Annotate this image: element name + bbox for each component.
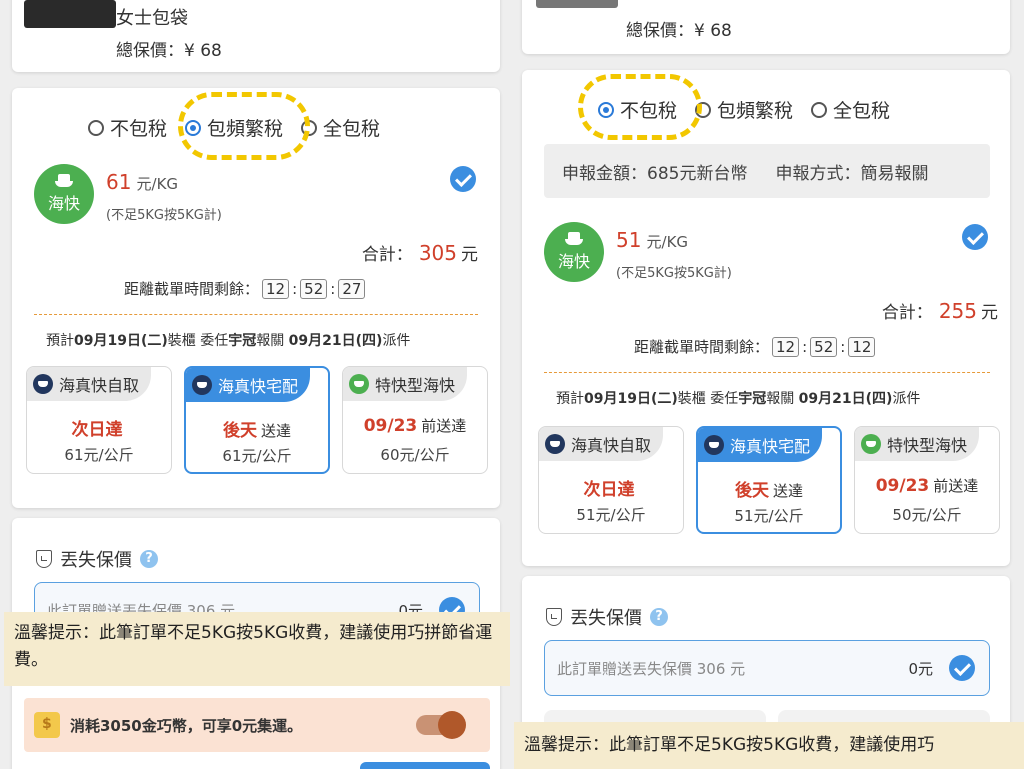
insurance-field[interactable]: 此訂單贈送丟失保價 306 元 0元	[544, 640, 990, 696]
coin-redeem-row: 消耗3050金巧幣，可享0元集運。	[24, 698, 490, 752]
coin-toggle[interactable]	[416, 711, 466, 739]
ship-icon	[565, 232, 583, 246]
coin-icon	[34, 712, 60, 738]
total: 合計： 305 元	[361, 241, 478, 265]
delivery-option-self-pickup[interactable]: 海真快自取 次日達 61元/公斤	[26, 366, 172, 474]
rate: 51 元/KG	[616, 228, 689, 252]
right-screenshot: 總保價：¥ 68 不包稅 包頻繁稅 全包稅 申報金額：685元新台幣 申報方式：…	[512, 0, 1024, 769]
ship-icon	[545, 434, 565, 454]
tip-banner: 溫馨提示：此筆訂單不足5KG按5KG收費，建議使用巧	[514, 722, 1024, 769]
check-icon[interactable]	[949, 655, 975, 681]
cutoff-timer: 距離截單時間剩餘： 12: 52: 27	[124, 278, 368, 299]
tax-option-frequent[interactable]: 包頻繁稅	[695, 96, 793, 123]
delivery-option-home[interactable]: 海真快宅配 後天 送達 61元/公斤	[184, 366, 330, 474]
product-thumbnail	[24, 0, 116, 28]
left-screenshot: 女士包袋 總保價：¥ 68 不包稅 包頻繁稅 全包稅 海快 61 元/KG (不…	[0, 0, 512, 769]
delivery-option-home[interactable]: 海真快宅配 後天 送達 51元/公斤	[696, 426, 842, 534]
check-icon[interactable]	[450, 166, 476, 192]
product-card: 女士包袋 總保價：¥ 68	[12, 0, 500, 72]
train-icon	[349, 374, 369, 394]
check-icon[interactable]	[962, 224, 988, 250]
train-icon	[861, 434, 881, 454]
rate-note: (不足5KG按5KG計)	[616, 266, 732, 281]
shipping-card: 不包稅 包頻繁稅 全包稅 申報金額：685元新台幣 申報方式：簡易報關 海快 5…	[522, 70, 1010, 566]
tip-banner: 溫馨提示：此筆訂單不足5KG按5KG收費，建議使用巧拼節省運費。	[4, 612, 510, 686]
highlight-annotation	[178, 92, 310, 160]
product-card: 總保價：¥ 68	[522, 0, 1010, 54]
divider	[544, 372, 990, 373]
delivery-option-express[interactable]: 特快型海快 09/23 前送達 60元/公斤	[342, 366, 488, 474]
declaration-info: 申報金額：685元新台幣 申報方式：簡易報關	[544, 144, 990, 198]
ship-icon	[55, 174, 73, 188]
product-thumbnail	[536, 0, 618, 8]
sea-express-badge: 海快	[544, 222, 604, 282]
radio-icon	[811, 101, 828, 118]
rate: 61 元/KG	[106, 170, 179, 194]
ship-icon	[33, 374, 53, 394]
cutoff-timer: 距離截單時間剩餘： 12: 52: 12	[634, 336, 878, 357]
tax-option-all[interactable]: 全包稅	[811, 96, 890, 123]
shipping-card: 不包稅 包頻繁稅 全包稅 海快 61 元/KG (不足5KG按5KG計) 合計：…	[12, 88, 500, 508]
insurance-title: 丟失保價 ?	[546, 604, 668, 630]
ship-icon	[192, 375, 212, 395]
divider	[34, 314, 478, 315]
help-icon[interactable]: ?	[650, 608, 668, 626]
eta-line: 預計09月19日(二)裝櫃 委任宇冠報關 09月21日(四)派件	[46, 333, 411, 349]
eta-line: 預計09月19日(二)裝櫃 委任宇冠報關 09月21日(四)派件	[556, 391, 921, 407]
sea-express-badge: 海快	[34, 164, 94, 224]
bottom-button-edge[interactable]	[360, 762, 490, 769]
help-icon[interactable]: ?	[140, 550, 158, 568]
delivery-option-self-pickup[interactable]: 海真快自取 次日達 51元/公斤	[538, 426, 684, 534]
highlight-annotation	[578, 74, 702, 140]
total: 合計： 255 元	[881, 299, 998, 323]
ship-icon	[704, 435, 724, 455]
product-insured-value: 總保價：¥ 68	[626, 21, 732, 41]
product-insured-value: 總保價：¥ 68	[116, 41, 222, 61]
insurance-title: 丟失保價 ?	[36, 546, 158, 572]
shield-icon	[546, 608, 562, 626]
tax-option-all[interactable]: 全包稅	[301, 114, 380, 141]
radio-icon	[88, 119, 104, 136]
delivery-option-express[interactable]: 特快型海快 09/23 前送達 50元/公斤	[854, 426, 1000, 534]
tax-option-none[interactable]: 不包稅	[88, 114, 167, 141]
product-name: 女士包袋	[116, 8, 188, 29]
shield-icon	[36, 550, 52, 568]
rate-note: (不足5KG按5KG計)	[106, 208, 222, 223]
